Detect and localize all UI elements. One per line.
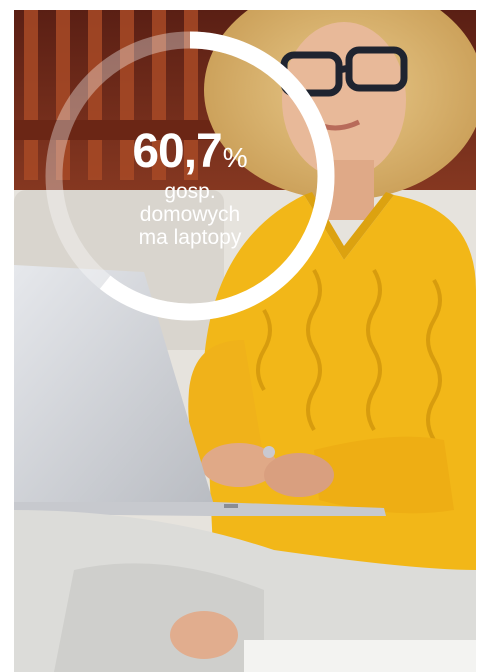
right-arm bbox=[314, 436, 454, 514]
stat-caption-line: ma laptopy bbox=[138, 226, 242, 249]
stat-block: 60,7% gosp. domowych ma laptopy bbox=[44, 125, 336, 250]
stat-ring: 60,7% gosp. domowych ma laptopy bbox=[44, 30, 336, 322]
stat-unit: % bbox=[222, 142, 248, 173]
laptop-port bbox=[224, 504, 238, 508]
stat-caption: gosp. domowych ma laptopy bbox=[44, 180, 336, 249]
hero-photo: 60,7% gosp. domowych ma laptopy bbox=[14, 10, 476, 672]
stat-caption-line: gosp. bbox=[164, 180, 216, 203]
blanket bbox=[244, 640, 476, 672]
ring-jewelry bbox=[263, 446, 275, 458]
leg-shadow bbox=[54, 563, 264, 672]
foot bbox=[170, 611, 238, 659]
stat-value: 60,7 bbox=[132, 125, 222, 178]
stat-caption-line: domowych bbox=[139, 203, 241, 226]
right-hand bbox=[264, 453, 334, 497]
